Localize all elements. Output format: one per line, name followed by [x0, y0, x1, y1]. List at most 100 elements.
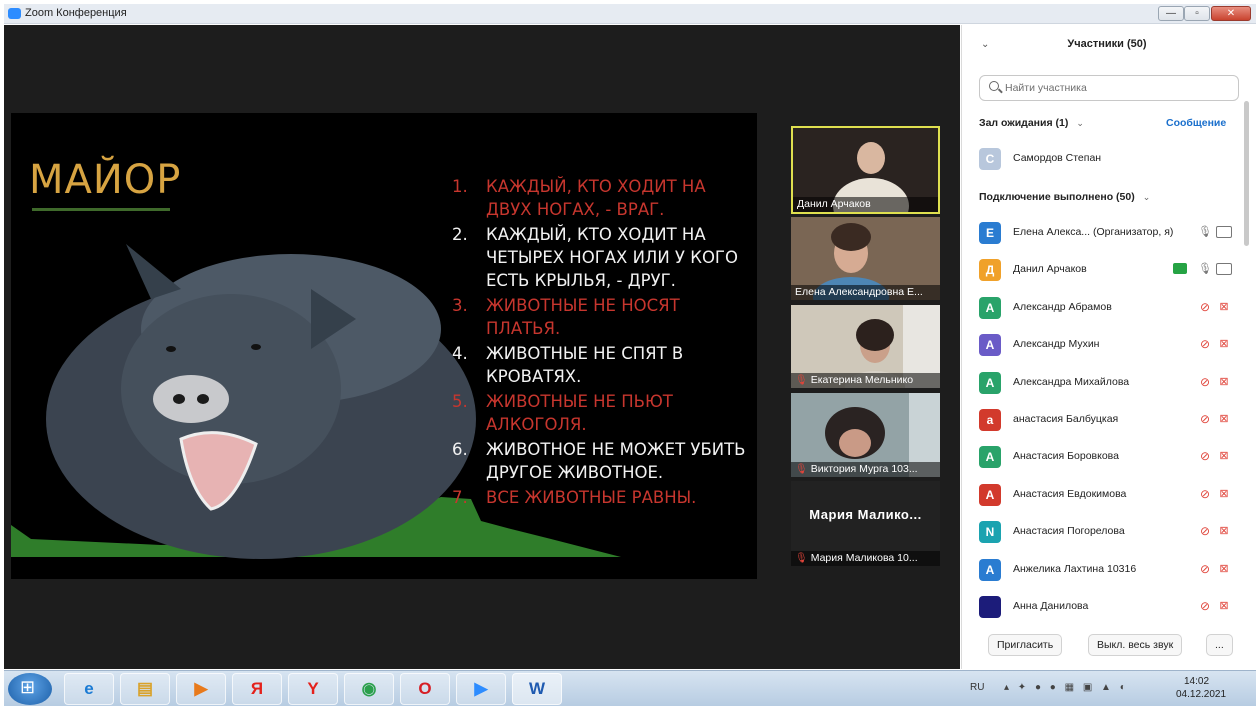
mute-all-button[interactable]: Выкл. весь звук: [1088, 634, 1183, 656]
participants-panel: ⌄ Участники (50) Зал ожидания (1)⌄ Сообщ…: [961, 25, 1252, 669]
taskbar: e ▤ ▶ Я Y ◉ O ▶ W RU ▴ ✦ ● ● ▦ ▣ ▲ ◐ 14:…: [4, 670, 1256, 706]
waiting-room-header[interactable]: Зал ожидания (1) ⌄: [979, 117, 1084, 129]
participant-row[interactable]: А Александр Мухин ⊘ ⊠: [962, 332, 1242, 360]
connected-header[interactable]: Подключение выполнено (50) ⌄: [979, 191, 1150, 203]
participant-row[interactable]: Е Елена Алекса... (Организатор, я) 🎙: [962, 220, 1242, 248]
slide-title: МАЙОР: [29, 157, 182, 203]
video-tile-name: 🎙 Мария Маликова 10...: [791, 551, 940, 566]
mic-muted-icon[interactable]: ⊘: [1198, 487, 1212, 501]
commandment-number: 5.: [452, 392, 468, 411]
participant-name: Анастасия Погорелова: [1013, 525, 1125, 538]
camera-off-icon[interactable]: ⊠: [1216, 600, 1232, 612]
commandment-text: Животные не спят в кроватях.: [486, 344, 684, 386]
participant-name: Анна Данилова: [1013, 600, 1089, 612]
participant-name: Александр Мухин: [1013, 338, 1100, 351]
camera-icon[interactable]: [1216, 226, 1232, 238]
search-input[interactable]: [1005, 80, 1230, 96]
chevron-down-icon: ⌄: [1076, 118, 1084, 128]
mic-muted-icon[interactable]: ⊘: [1198, 300, 1212, 314]
maximize-button[interactable]: ▫: [1184, 6, 1210, 21]
participant-name: Самордов Степан: [1013, 152, 1102, 164]
camera-off-icon[interactable]: ⊠: [1216, 525, 1232, 537]
more-button[interactable]: ...: [1206, 634, 1233, 656]
zoom-taskbar-icon[interactable]: ▶: [456, 673, 506, 705]
search-box[interactable]: [979, 75, 1239, 101]
participant-name: Данил Арчаков: [1013, 263, 1087, 276]
avatar: А: [979, 483, 1001, 506]
commandment-item: 5. Животные не пьют алкоголя.: [450, 390, 750, 436]
media-player-icon[interactable]: ▶: [176, 673, 226, 705]
mic-muted-icon[interactable]: ⊘: [1198, 449, 1212, 463]
video-tile[interactable]: 🎙 Екатерина Мельнико: [791, 305, 940, 388]
pig-eye-left: [166, 346, 176, 352]
invite-button[interactable]: Пригласить: [988, 634, 1063, 656]
camera-off-icon[interactable]: ⊠: [1216, 376, 1232, 388]
commandment-item: 7. Все животные равны.: [450, 486, 750, 509]
video-tile[interactable]: 🎙 Виктория Мурга 103...: [791, 393, 940, 477]
opera-icon[interactable]: O: [400, 673, 450, 705]
participant-name: Анастасия Боровкова: [1013, 450, 1119, 463]
mic-icon[interactable]: 🎙: [1198, 225, 1212, 239]
camera-off-icon[interactable]: ⊠: [1216, 301, 1232, 313]
message-link[interactable]: Сообщение: [1166, 117, 1226, 129]
clock-date[interactable]: 04.12.2021: [1176, 689, 1226, 700]
avatar: А: [979, 446, 1001, 469]
scrollbar[interactable]: [1244, 101, 1249, 246]
tray-icons[interactable]: ▴ ✦ ● ● ▦ ▣ ▲ ◐: [1004, 682, 1129, 693]
clock-time[interactable]: 14:02: [1184, 676, 1209, 687]
participant-name: Анжелика Лахтина 10316: [1013, 562, 1137, 575]
avatar: А: [979, 558, 1001, 581]
start-button[interactable]: [8, 673, 52, 705]
video-tile[interactable]: Елена Александровна Е...: [791, 217, 940, 300]
meeting-area: МАЙОР 1. Каждый, кто ходит на двух ногах,…: [4, 25, 960, 669]
title-bar: Zoom Конференция — ▫ ✕: [4, 4, 1256, 24]
camera-off-icon[interactable]: ⊠: [1216, 450, 1232, 462]
avatar: А: [979, 334, 1001, 357]
participant-row[interactable]: А Анастасия Боровкова ⊘ ⊠: [962, 444, 1242, 472]
participant-row[interactable]: Анна Данилова ⊘ ⊠: [962, 594, 1242, 622]
video-tile-active-speaker[interactable]: Данил Арчаков: [791, 126, 940, 214]
commandment-number: 2.: [452, 225, 468, 244]
participant-name: анастасия Балбуцкая: [1013, 413, 1119, 425]
participant-row[interactable]: Д Данил Арчаков 🎙: [962, 257, 1242, 285]
mic-muted-icon[interactable]: ⊘: [1198, 412, 1212, 426]
participant-name: Анастасия Евдокимова: [1013, 487, 1127, 500]
mic-muted-icon[interactable]: ⊘: [1198, 599, 1212, 613]
slide-title-underline: [32, 208, 170, 211]
camera-off-icon[interactable]: ⊠: [1216, 488, 1232, 500]
close-button[interactable]: ✕: [1211, 6, 1251, 21]
participant-row[interactable]: А Александр Абрамов ⊘ ⊠: [962, 295, 1242, 323]
video-tile-camera-off[interactable]: Мария Малико... 🎙 Мария Маликова 10...: [791, 481, 940, 566]
mic-muted-icon[interactable]: ⊘: [1198, 562, 1212, 576]
participant-row[interactable]: А Анжелика Лахтина 10316 ⊘ ⊠: [962, 557, 1242, 585]
camera-off-icon[interactable]: ⊠: [1216, 338, 1232, 350]
participant-row[interactable]: А Анастасия Евдокимова ⊘ ⊠: [962, 482, 1242, 510]
word-icon[interactable]: W: [512, 673, 562, 705]
commandment-item: 3. Животные не носят платья.: [450, 294, 750, 340]
participant-row[interactable]: А Александра Михайлова ⊘ ⊠: [962, 370, 1242, 398]
camera-off-icon[interactable]: ⊠: [1216, 563, 1232, 575]
mic-muted-icon[interactable]: ⊘: [1198, 337, 1212, 351]
video-tile-name: Данил Арчаков: [793, 197, 938, 212]
system-tray: RU ▴ ✦ ● ● ▦ ▣ ▲ ◐ 14:02 04.12.2021: [964, 673, 1254, 705]
chrome-icon[interactable]: ◉: [344, 673, 394, 705]
file-explorer-icon[interactable]: ▤: [120, 673, 170, 705]
pig-snout: [153, 375, 229, 423]
video-tile-display-name: Мария Малико...: [809, 507, 922, 522]
mic-muted-icon[interactable]: ⊘: [1198, 375, 1212, 389]
camera-off-icon[interactable]: ⊠: [1216, 413, 1232, 425]
camera-icon[interactable]: [1216, 263, 1232, 276]
commandment-number: 3.: [452, 296, 468, 315]
mic-muted-icon[interactable]: ⊘: [1198, 524, 1212, 538]
participant-row[interactable]: С Самордов Степан: [962, 146, 1242, 174]
participant-row[interactable]: а анастасия Балбуцкая ⊘ ⊠: [962, 407, 1242, 435]
yandex-icon[interactable]: Я: [232, 673, 282, 705]
video-tile-name: Елена Александровна Е...: [791, 285, 940, 300]
commandment-number: 7.: [452, 488, 468, 507]
language-indicator[interactable]: RU: [970, 682, 984, 693]
mic-icon[interactable]: 🎙: [1198, 262, 1212, 276]
internet-explorer-icon[interactable]: e: [64, 673, 114, 705]
minimize-button[interactable]: —: [1158, 6, 1184, 21]
yandex-browser-icon[interactable]: Y: [288, 673, 338, 705]
participant-row[interactable]: N Анастасия Погорелова ⊘ ⊠: [962, 519, 1242, 547]
